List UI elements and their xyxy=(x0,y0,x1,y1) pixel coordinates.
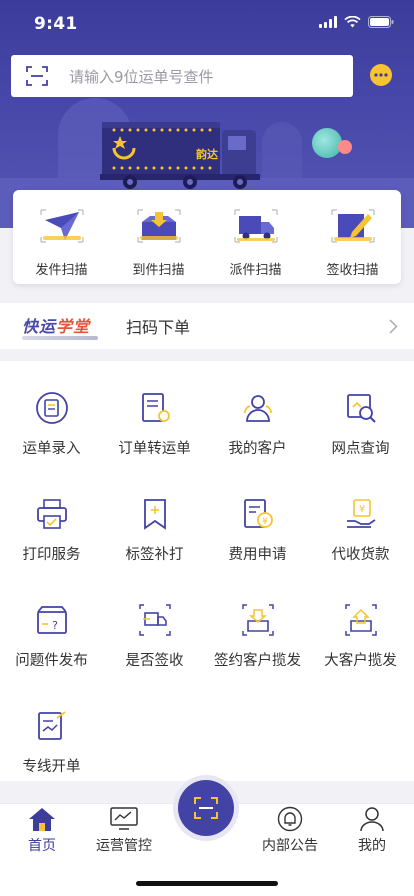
brand-swoosh xyxy=(22,336,98,340)
dedicated-line-icon xyxy=(37,711,66,740)
order-convert-icon xyxy=(141,393,170,422)
scan-action-arrival[interactable]: 到件扫描 xyxy=(110,190,207,284)
grid-item-label: 代收货款 xyxy=(331,547,390,563)
express-academy-logo: 快运学堂 xyxy=(22,311,100,341)
tab-operations[interactable]: 运营管控 xyxy=(84,806,164,855)
status-icons xyxy=(319,16,394,28)
scan-action-sign[interactable]: 签收扫描 xyxy=(304,190,401,284)
problem-package-icon: ? xyxy=(36,606,67,634)
tab-label: 运营管控 xyxy=(96,838,152,854)
search-placeholder[interactable]: 请输入9位运单号查件 xyxy=(69,66,214,87)
grid-item-label: 专线开单 xyxy=(22,759,81,775)
banner-title[interactable]: 扫码下单 xyxy=(126,314,190,338)
grid-item-label-reprint[interactable]: 标签补打 xyxy=(103,467,206,573)
grid-item-label: 问题件发布 xyxy=(15,653,88,669)
waybill-entry-icon xyxy=(35,392,68,424)
contract-pickup-icon xyxy=(241,604,274,636)
grid-item-fee-request[interactable]: ¥ 费用申请 xyxy=(206,467,309,573)
tab-label: 我的 xyxy=(358,838,386,854)
tab-home[interactable]: 首页 xyxy=(2,806,82,855)
function-grid: 运单录入 订单转运单 我的客户 网点查询 打印服务 标签补打 ¥ 费用申请 ¥ … xyxy=(0,361,414,781)
grid-item-label: 网点查询 xyxy=(331,441,390,457)
printer-icon xyxy=(36,499,67,529)
scan-order-banner[interactable]: 快运学堂 扫码下单 xyxy=(0,303,414,349)
battery-icon xyxy=(368,16,394,28)
tab-announcements[interactable]: 内部公告 xyxy=(250,806,330,855)
hero-decoration xyxy=(312,128,342,158)
truck-brand-label: 韵达 xyxy=(196,148,218,161)
grid-item-dedicated-line[interactable]: 专线开单 xyxy=(0,679,103,785)
grid-item-label: 我的客户 xyxy=(228,441,287,457)
scan-action-label: 发件扫描 xyxy=(35,263,88,278)
scan-action-label: 派件扫描 xyxy=(229,263,282,278)
grid-item-label: 是否签收 xyxy=(125,653,184,669)
chat-dots-icon xyxy=(374,73,388,77)
tab-profile[interactable]: 我的 xyxy=(332,806,412,855)
status-time: 9:41 xyxy=(34,14,78,34)
delivery-truck-icon xyxy=(233,209,278,243)
grid-item-label: 打印服务 xyxy=(22,547,81,563)
grid-item-print-service[interactable]: 打印服务 xyxy=(0,467,103,573)
grid-item-label: 运单录入 xyxy=(22,441,81,457)
grid-item-label: 费用申请 xyxy=(228,547,287,563)
wifi-icon xyxy=(344,16,361,28)
signature-pen-icon xyxy=(330,209,375,243)
grid-item-outlet-search[interactable]: 网点查询 xyxy=(309,361,412,467)
scan-action-label: 签收扫描 xyxy=(326,263,379,278)
home-indicator xyxy=(136,881,278,886)
app-screen: 韵达 9:41 请输入9位运单号查件 发件扫描 到件扫描 派件扫描 签收扫描 快… xyxy=(0,0,414,896)
status-bar: 9:41 xyxy=(0,0,414,48)
arrival-box-icon xyxy=(136,209,181,243)
hero-decoration xyxy=(338,140,352,154)
grid-item-cod[interactable]: ¥ 代收货款 xyxy=(309,467,412,573)
cod-payment-icon: ¥ xyxy=(346,499,375,528)
tab-label: 首页 xyxy=(28,838,56,854)
monitor-chart-icon xyxy=(110,807,138,830)
grid-item-label: 标签补打 xyxy=(125,547,184,563)
bell-icon xyxy=(277,806,303,832)
grid-item-my-customers[interactable]: 我的客户 xyxy=(206,361,309,467)
svg-text:¥: ¥ xyxy=(358,504,364,515)
chevron-right-icon[interactable] xyxy=(389,319,398,334)
grid-item-problem-package[interactable]: ? 问题件发布 xyxy=(0,573,103,679)
send-plane-icon xyxy=(39,209,84,243)
grid-item-label: 签约客户揽发 xyxy=(214,653,301,669)
cellular-signal-icon xyxy=(319,16,337,28)
brand-text: 快运学堂 xyxy=(22,317,91,336)
bookmark-label-icon xyxy=(143,499,166,530)
scan-action-send[interactable]: 发件扫描 xyxy=(13,190,110,284)
outlet-search-icon xyxy=(346,394,376,423)
grid-item-label: 大客户揽发 xyxy=(324,653,397,669)
fee-document-icon: ¥ xyxy=(243,499,273,528)
svg-text:¥: ¥ xyxy=(262,517,268,527)
scan-actions-card: 发件扫描 到件扫描 派件扫描 签收扫描 xyxy=(13,190,401,284)
scan-action-label: 到件扫描 xyxy=(132,263,185,278)
tab-label: 内部公告 xyxy=(262,838,318,854)
scan-action-dispatch[interactable]: 派件扫描 xyxy=(207,190,304,284)
grid-item-order-convert[interactable]: 订单转运单 xyxy=(103,361,206,467)
grid-item-vip-pickup[interactable]: 大客户揽发 xyxy=(309,573,412,679)
message-chat-icon[interactable] xyxy=(370,64,392,86)
scan-fab-button[interactable] xyxy=(178,780,234,836)
scan-code-icon[interactable] xyxy=(25,64,49,88)
grid-item-waybill-entry[interactable]: 运单录入 xyxy=(0,361,103,467)
grid-item-label: 订单转运单 xyxy=(118,441,191,457)
delivery-truck-illustration xyxy=(100,122,260,189)
home-icon xyxy=(29,808,55,831)
vip-pickup-icon xyxy=(344,604,377,636)
scan-code-icon xyxy=(194,797,218,819)
grid-item-sign-check[interactable]: 是否签收 xyxy=(103,573,206,679)
grid-item-contract-pickup[interactable]: 签约客户揽发 xyxy=(206,573,309,679)
customers-icon xyxy=(243,395,272,422)
person-icon xyxy=(360,807,384,832)
waybill-search-bar[interactable]: 请输入9位运单号查件 xyxy=(11,55,353,97)
svg-text:?: ? xyxy=(52,619,58,632)
sign-check-truck-icon xyxy=(138,604,171,636)
